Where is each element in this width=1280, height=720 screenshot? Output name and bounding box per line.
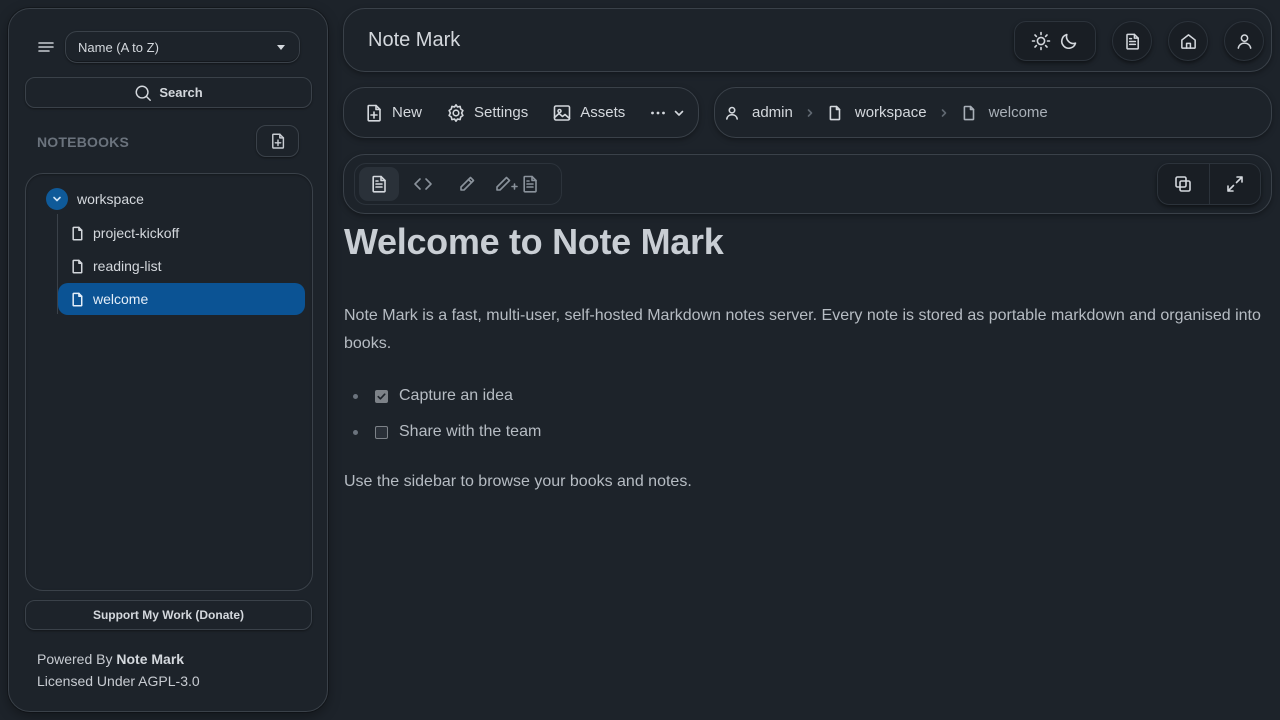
view-options-group (1157, 163, 1261, 205)
note-name: project-kickoff (93, 225, 180, 241)
rendered-view-button[interactable] (359, 167, 399, 201)
powered-by-name[interactable]: Note Mark (116, 651, 184, 667)
new-notebook-button[interactable] (256, 125, 299, 157)
app-title[interactable]: Note Mark (368, 29, 460, 52)
collapse-book-button[interactable] (46, 188, 68, 210)
notebooks-heading: NOTEBOOKS (37, 134, 130, 150)
app-header: Note Mark (343, 8, 1272, 72)
sort-select[interactable]: Name (A to Z) (65, 31, 300, 63)
user-icon (724, 105, 740, 121)
note-actions-bar: New Settings Assets (343, 87, 699, 138)
sidebar-footer: Powered By Note Mark Licensed Under AGPL… (37, 648, 200, 692)
breadcrumb-note-label: welcome (988, 104, 1048, 121)
breadcrumb-note[interactable]: welcome (961, 104, 1048, 121)
book-name: workspace (77, 191, 144, 207)
note-item-reading-list[interactable]: reading-list (58, 250, 305, 282)
home-button[interactable] (1168, 21, 1208, 61)
theme-toggle[interactable] (1014, 21, 1096, 61)
task-item: Capture an idea (344, 378, 1264, 414)
new-button-label: New (392, 104, 423, 121)
note-outro-paragraph: Use the sidebar to browse your books and… (344, 473, 692, 490)
task-checkbox-checked[interactable] (375, 389, 388, 403)
donate-button[interactable]: Support My Work (Donate) (25, 600, 312, 630)
list-bullet (353, 393, 358, 399)
file-icon (961, 105, 977, 121)
assets-button-label: Assets (580, 104, 626, 121)
license-text: Licensed Under AGPL-3.0 (37, 673, 200, 689)
edit-button[interactable] (447, 167, 487, 201)
note-item-welcome[interactable]: welcome (58, 283, 305, 315)
chevron-down-icon (51, 193, 63, 205)
search-button-label: Search (159, 85, 203, 100)
task-list: Capture an idea Share with the team (344, 378, 1264, 450)
chevron-right-icon (805, 108, 815, 118)
breadcrumb-user-label: admin (752, 104, 793, 121)
home-icon (1179, 32, 1198, 51)
gear-icon (446, 103, 466, 123)
chevron-right-icon (939, 108, 949, 118)
edit-with-preview-button[interactable] (491, 167, 547, 201)
editor-mode-group (354, 163, 562, 205)
note-name: welcome (93, 291, 149, 307)
task-item: Share with the team (344, 414, 1264, 450)
note-content: Welcome to Note Mark Note Mark is a fast… (344, 220, 1264, 496)
code-icon (413, 174, 433, 194)
document-icon (1123, 32, 1142, 51)
caret-down-icon (277, 44, 285, 50)
breadcrumb-user[interactable]: admin (724, 104, 793, 121)
notebook-tree: workspace project-kickoff reading-list w… (25, 173, 313, 591)
sort-row: Name (A to Z) (37, 31, 300, 63)
note-name: reading-list (93, 258, 162, 274)
image-icon (552, 103, 572, 123)
menu-lines-icon[interactable] (37, 38, 55, 56)
pencil-icon (457, 174, 477, 194)
file-icon (70, 226, 85, 241)
list-bullet (353, 429, 358, 435)
more-actions-button[interactable] (649, 104, 685, 122)
settings-button-label: Settings (474, 104, 529, 121)
file-plus-icon (269, 132, 287, 150)
assets-button[interactable]: Assets (552, 103, 625, 123)
sidebar: Name (A to Z) Search NOTEBOOKS workspace (8, 8, 328, 712)
file-icon (70, 292, 85, 307)
moon-icon[interactable] (1059, 31, 1079, 51)
task-checkbox-unchecked[interactable] (375, 425, 388, 439)
powered-by-prefix: Powered By (37, 651, 113, 667)
book-item-workspace[interactable]: workspace (46, 188, 144, 210)
note-intro-paragraph: Note Mark is a fast, multi-user, self-ho… (344, 307, 1261, 352)
settings-button[interactable]: Settings (446, 103, 528, 123)
file-icon (827, 105, 843, 121)
user-icon (1235, 32, 1254, 51)
search-button[interactable]: Search (25, 77, 312, 108)
file-icon (70, 259, 85, 274)
copy-button[interactable] (1158, 164, 1209, 204)
sun-icon[interactable] (1031, 31, 1051, 51)
checkmark-icon (376, 391, 387, 402)
new-button[interactable]: New (364, 103, 422, 123)
powered-by-line: Powered By Note Mark (37, 648, 200, 670)
sort-select-value: Name (A to Z) (78, 39, 159, 55)
breadcrumb: admin workspace welcome (714, 87, 1272, 138)
file-plus-icon (364, 103, 384, 123)
rendered-view-icon (369, 174, 389, 194)
search-icon (134, 84, 152, 102)
breadcrumb-book[interactable]: workspace (827, 104, 927, 121)
note-item-project-kickoff[interactable]: project-kickoff (58, 217, 305, 249)
chevron-down-icon (673, 107, 685, 119)
task-text: Share with the team (399, 423, 542, 440)
breadcrumb-book-label: workspace (854, 104, 927, 121)
note-heading: Welcome to Note Mark (344, 221, 724, 262)
code-view-button[interactable] (403, 167, 443, 201)
ellipsis-icon (649, 104, 667, 122)
editor-toolbar (343, 154, 1272, 214)
fullscreen-button[interactable] (1208, 164, 1261, 204)
copy-icon (1173, 174, 1193, 194)
edit-with-preview-icon (495, 174, 543, 194)
notes-button[interactable] (1112, 21, 1152, 61)
task-text: Capture an idea (399, 387, 513, 404)
user-button[interactable] (1224, 21, 1264, 61)
expand-icon (1225, 174, 1245, 194)
